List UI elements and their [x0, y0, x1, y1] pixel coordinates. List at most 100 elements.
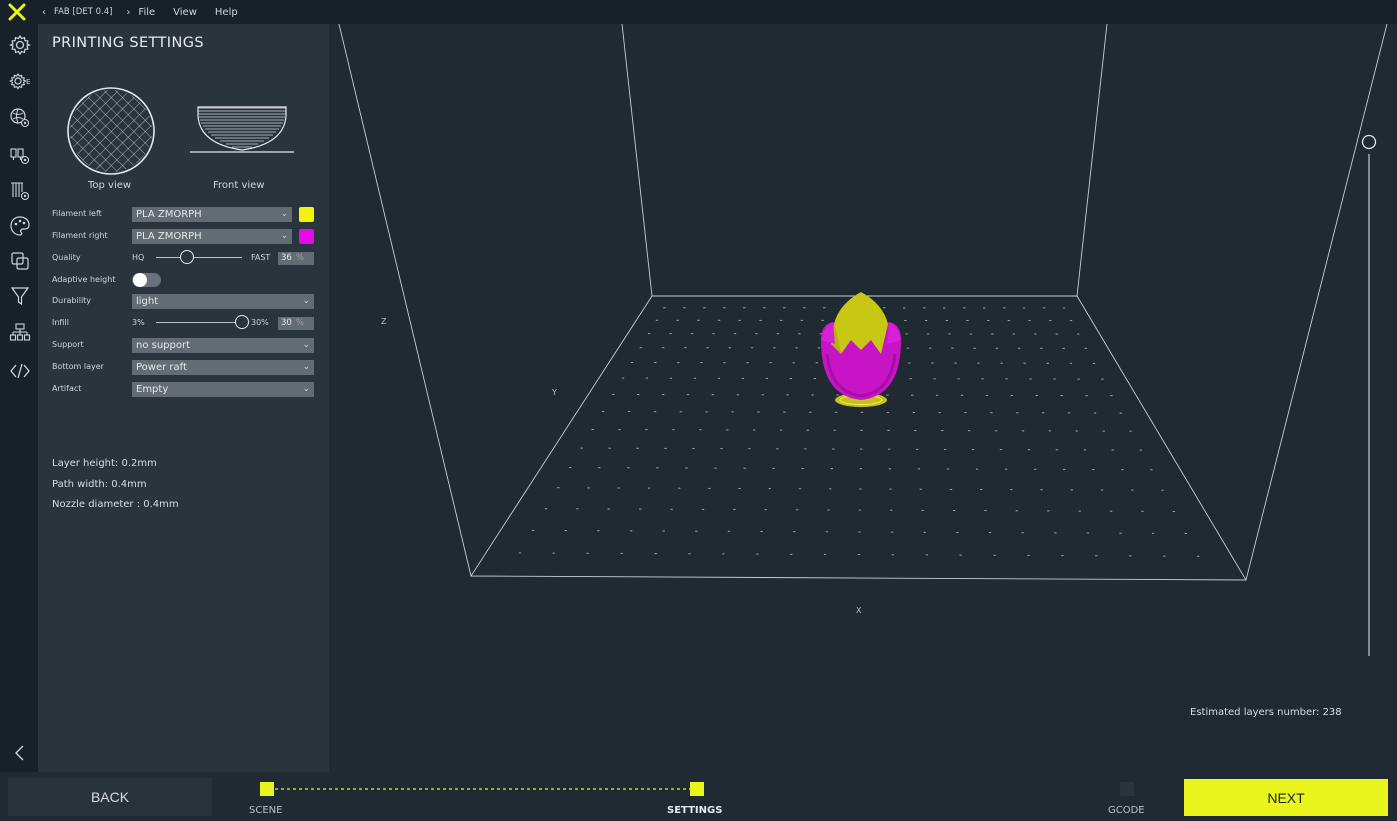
bed-grid-dot — [1095, 555, 1098, 557]
bed-grid-dot — [576, 508, 579, 510]
bed-grid-dot — [1029, 378, 1032, 380]
code-icon[interactable] — [8, 359, 32, 383]
top-view-label: Top view — [88, 180, 132, 191]
hierarchy-icon[interactable] — [8, 321, 32, 345]
bed-grid-dot — [1062, 347, 1065, 349]
infill-max-label: 30% — [251, 318, 269, 327]
next-button[interactable]: NEXT — [1184, 779, 1388, 816]
support-select[interactable]: no support ⌄ — [132, 338, 314, 353]
chevron-right-icon[interactable]: › — [126, 7, 130, 18]
quality-slider-knob[interactable] — [179, 250, 194, 264]
quality-slider-track[interactable] — [156, 257, 242, 258]
menu-view[interactable]: View — [173, 7, 197, 18]
filament-left-select[interactable]: PLA ZMORPH ⌄ — [132, 207, 292, 222]
bed-grid-dot — [1085, 395, 1088, 397]
bed-grid-dot — [891, 554, 895, 556]
bed-grid-dot — [723, 307, 726, 309]
bed-grid-dot — [736, 394, 740, 396]
chevron-down-icon: ⌄ — [280, 231, 288, 241]
bed-grid-dot — [699, 429, 702, 431]
bed-grid-dot — [973, 347, 976, 349]
layer-slider-knob[interactable] — [1361, 134, 1377, 150]
bottom-layer-select[interactable]: Power raft ⌄ — [132, 360, 314, 375]
extruder-settings-icon[interactable] — [8, 143, 32, 167]
bed-grid-dot — [639, 347, 643, 349]
filament-settings-icon[interactable] — [8, 179, 32, 203]
durability-select[interactable]: light ⌄ — [132, 294, 314, 309]
step-gcode-marker[interactable] — [1120, 782, 1134, 796]
back-button[interactable]: BACK — [8, 778, 212, 816]
filament-left-color-swatch[interactable] — [299, 207, 314, 222]
bed-grid-dot — [959, 554, 962, 556]
bed-grid-dot — [1131, 489, 1134, 491]
bed-grid-dot — [823, 553, 827, 555]
estimated-layers-text: Estimated layers number: 238 — [1190, 707, 1342, 718]
bed-grid-dot — [746, 362, 749, 364]
step-scene-marker[interactable] — [260, 782, 274, 796]
menu-file[interactable]: File — [138, 7, 155, 18]
menu-help[interactable]: Help — [215, 7, 238, 18]
overlap-icon[interactable] — [8, 249, 32, 273]
bed-grid-dot — [963, 307, 966, 309]
advanced-settings-icon[interactable]: E — [8, 69, 32, 93]
bed-grid-dot — [695, 530, 698, 532]
bed-grid-dot — [1110, 395, 1113, 397]
palette-icon[interactable] — [8, 214, 32, 238]
bed-grid-dot — [686, 394, 690, 396]
step-scene-label[interactable]: SCENE — [249, 805, 282, 816]
infill-value-input[interactable]: 30% — [278, 317, 314, 330]
gear-icon[interactable] — [8, 33, 32, 57]
step-settings-marker[interactable] — [690, 782, 704, 796]
step-settings-label[interactable]: SETTINGS — [667, 805, 722, 816]
bed-grid-dot — [817, 347, 821, 349]
bed-grid-dot — [960, 394, 964, 396]
filament-right-color-swatch[interactable] — [299, 229, 314, 244]
world-settings-icon[interactable] — [8, 106, 32, 130]
bed-grid-dot — [645, 377, 649, 379]
quality-label: Quality — [52, 253, 81, 262]
bed-grid-dot — [677, 362, 680, 364]
artifact-select[interactable]: Empty ⌄ — [132, 382, 314, 397]
infill-slider-track[interactable] — [156, 322, 242, 323]
svg-text:E: E — [26, 78, 30, 86]
project-name[interactable]: FAB [DET 0.4] — [54, 7, 112, 17]
egg-model[interactable] — [821, 292, 901, 407]
quality-value-input[interactable]: 36% — [278, 252, 314, 265]
zmorph-logo-icon[interactable] — [0, 0, 34, 24]
bed-grid-dot — [949, 488, 953, 490]
step-gcode-label[interactable]: GCODE — [1108, 805, 1145, 816]
bed-grid-dot — [1023, 362, 1026, 364]
bed-grid-dot — [857, 554, 861, 556]
chevron-left-icon[interactable]: ‹ — [42, 7, 46, 18]
bed-grid-dot — [941, 430, 944, 432]
bed-grid-dot — [1100, 489, 1104, 491]
infill-min-label: 3% — [132, 318, 145, 327]
bed-grid-dot — [1010, 489, 1013, 491]
bed-grid-dot — [988, 532, 992, 534]
bed-grid-dot — [827, 509, 830, 511]
bed-grid-dot — [888, 448, 891, 450]
bed-grid-dot — [1172, 511, 1176, 512]
filament-right-select[interactable]: PLA ZMORPH ⌄ — [132, 229, 292, 244]
3d-viewport[interactable]: Z Y X Estimated layers number: 238 — [329, 24, 1397, 772]
printing-settings-panel: PRINTING SETTINGS Top view Front view Fi… — [38, 24, 329, 772]
adaptive-height-toggle[interactable] — [132, 273, 161, 287]
bed-grid-dot — [741, 377, 744, 379]
filter-icon[interactable] — [8, 284, 32, 308]
collapse-panel-icon[interactable] — [8, 741, 32, 765]
bed-grid-dot — [823, 307, 826, 309]
bed-grid-dot — [1102, 430, 1105, 432]
bed-grid-dot — [727, 530, 731, 532]
bed-grid-dot — [597, 530, 600, 532]
bed-grid-dot — [717, 319, 721, 321]
bed-grid-dot — [630, 362, 634, 363]
layer-height-info: Layer height: 0.2mm — [52, 458, 157, 469]
bed-grid-dot — [883, 307, 886, 309]
bed-grid-dot — [768, 488, 771, 490]
bed-grid-dot — [653, 411, 657, 413]
bed-grid-dot — [1034, 468, 1037, 470]
bed-grid-dot — [860, 448, 863, 450]
bed-grid-dot — [763, 307, 766, 309]
infill-slider-knob[interactable] — [235, 315, 249, 329]
bed-grid-dot — [1067, 412, 1071, 414]
